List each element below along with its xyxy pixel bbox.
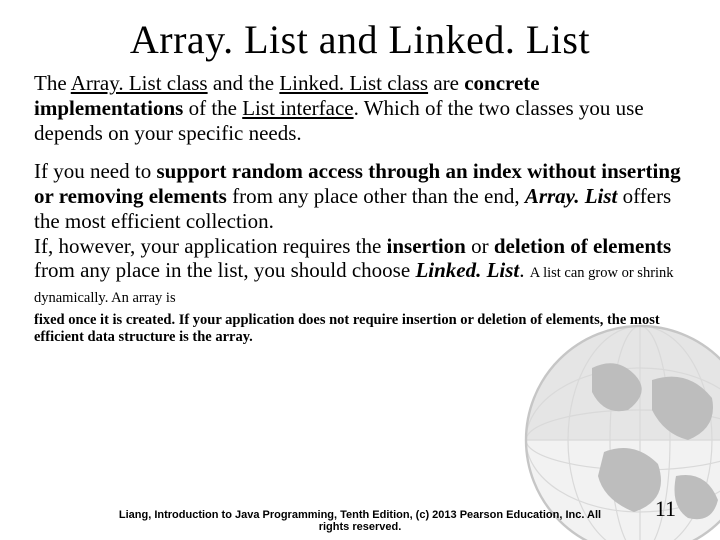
text: The (34, 71, 71, 95)
slide-body: The Array. List class and the Linked. Li… (0, 71, 720, 345)
text: or (466, 234, 494, 258)
text: If you need to (34, 159, 156, 183)
text-underline: Array. List class (71, 71, 208, 95)
footer-line: Liang, Introduction to Java Programming,… (119, 509, 601, 521)
paragraph-1: The Array. List class and the Linked. Li… (34, 71, 690, 145)
page-number: 11 (655, 496, 676, 522)
text-bold: insertion (387, 234, 466, 258)
paragraph-3: fixed once it is created. If your applic… (34, 312, 690, 345)
text: from any place in the list, you should c… (34, 258, 415, 282)
slide-title: Array. List and Linked. List (0, 0, 720, 71)
text-bold-italic: Array. List (525, 184, 618, 208)
footer-line: rights reserved. (319, 521, 402, 533)
text-bold: deletion of elements (494, 234, 671, 258)
text-underline: Linked. List class (279, 71, 428, 95)
text: . (519, 258, 530, 282)
paragraph-2: If you need to support random access thr… (34, 159, 690, 308)
text: from any place other than the end, (227, 184, 525, 208)
text-underline: List interface (242, 96, 353, 120)
text: and the (208, 71, 280, 95)
text: are (428, 71, 464, 95)
footer-citation: Liang, Introduction to Java Programming,… (0, 509, 720, 534)
globe-watermark-icon (520, 320, 720, 540)
text-bold-italic: Linked. List (415, 258, 519, 282)
text: of the (183, 96, 242, 120)
text: If, however, your application requires t… (34, 234, 387, 258)
